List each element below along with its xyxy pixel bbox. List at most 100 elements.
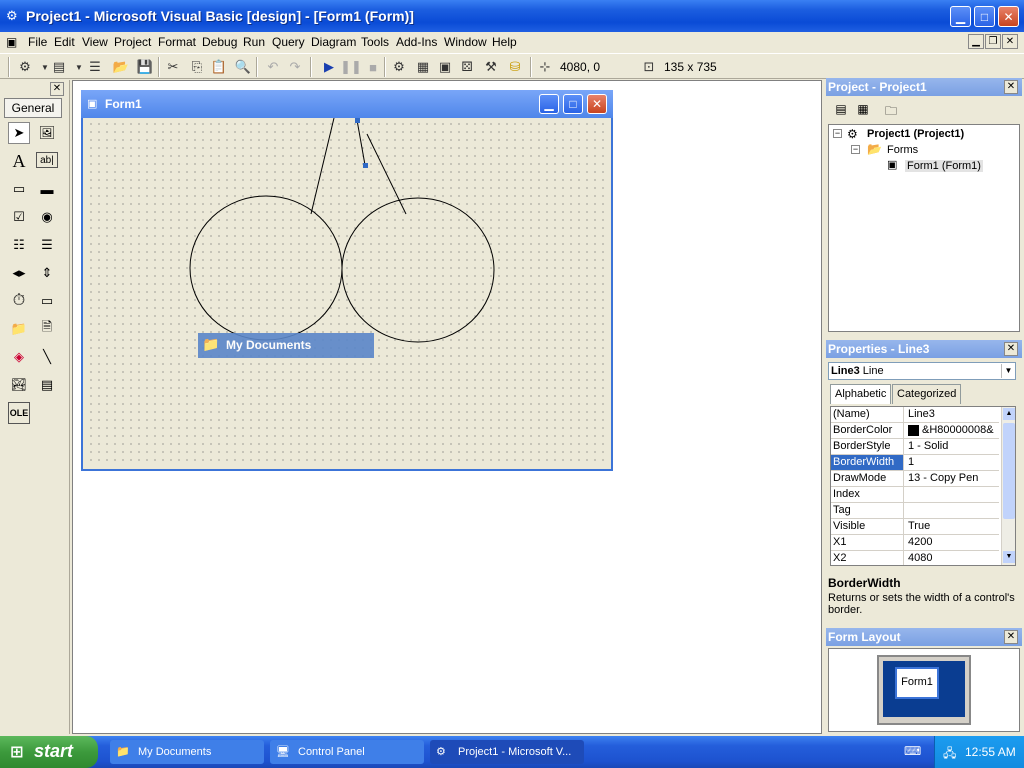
redo-icon[interactable]: ↷ xyxy=(286,58,304,76)
label-icon[interactable]: A xyxy=(8,150,30,172)
shape-icon[interactable]: ◈ xyxy=(8,346,30,368)
mdi-restore-icon[interactable]: ❐ xyxy=(985,34,1001,49)
property-row[interactable]: Index xyxy=(831,487,999,503)
toolbar-grip[interactable] xyxy=(8,57,10,77)
timer-icon[interactable]: ⏱ xyxy=(8,290,30,312)
form-maximize-icon[interactable]: □ xyxy=(563,94,583,114)
tab-alphabetic[interactable]: Alphabetic xyxy=(830,384,892,404)
property-value[interactable]: True xyxy=(906,519,999,534)
form-layout-close-icon[interactable]: ✕ xyxy=(1004,630,1018,644)
menu-run[interactable]: Run xyxy=(243,35,265,49)
property-value[interactable]: 13 - Copy Pen xyxy=(906,471,999,486)
property-row[interactable]: Visible True xyxy=(831,519,999,535)
minimize-icon[interactable]: ▁ xyxy=(950,6,971,27)
form-layout-thumbnail[interactable]: Form1 xyxy=(895,667,939,699)
property-value-input[interactable]: 1 xyxy=(906,455,999,470)
mdi-minimize-icon[interactable]: ▁ xyxy=(968,34,984,49)
toggle-folders-icon[interactable]: 🗀 xyxy=(882,102,900,120)
circle-shape-1[interactable] xyxy=(189,195,343,341)
filelistbox-icon[interactable]: 🗎 xyxy=(36,318,58,340)
line-icon[interactable]: ╲ xyxy=(36,346,58,368)
save-project-icon[interactable]: 💾 xyxy=(136,58,154,76)
menu-project[interactable]: Project xyxy=(114,35,151,49)
menu-editor-icon[interactable]: ☰ xyxy=(86,58,104,76)
menu-query[interactable]: Query xyxy=(272,35,305,49)
view-object-icon[interactable]: ▦ xyxy=(854,102,872,120)
form-shapes[interactable] xyxy=(85,118,609,467)
image-icon[interactable]: 🏞 xyxy=(8,374,30,396)
dirlistbox-icon[interactable]: 📁 xyxy=(8,318,30,340)
property-row[interactable]: Tag xyxy=(831,503,999,519)
maximize-icon[interactable]: □ xyxy=(974,6,995,27)
optionbutton-icon[interactable]: ◉ xyxy=(36,206,58,228)
property-value[interactable]: &H80000008& xyxy=(906,423,999,438)
scroll-thumb[interactable] xyxy=(1003,423,1015,519)
start-icon[interactable]: ▶ xyxy=(320,58,338,76)
menu-file[interactable]: File xyxy=(28,35,47,49)
property-row[interactable]: (Name) Line3 xyxy=(831,407,999,423)
add-form-icon[interactable]: ▤ xyxy=(50,58,68,76)
menu-help[interactable]: Help xyxy=(492,35,517,49)
property-row[interactable]: BorderColor &H80000008& xyxy=(831,423,999,439)
combobox-icon[interactable]: ☷ xyxy=(8,234,30,256)
line-shape-2[interactable] xyxy=(366,133,407,215)
textbox-icon[interactable]: ab| xyxy=(36,152,58,168)
tree-collapse-project-icon[interactable]: − xyxy=(833,129,842,138)
data-icon[interactable]: ▤ xyxy=(36,374,58,396)
end-icon[interactable]: ■ xyxy=(364,58,382,76)
menu-tools[interactable]: Tools xyxy=(361,35,389,49)
break-icon[interactable]: ❚❚ xyxy=(340,58,362,76)
form-title-bar[interactable]: ▣ Form1 ▁ □ ✕ xyxy=(81,90,613,118)
menu-format[interactable]: Format xyxy=(158,35,196,49)
toolbox-icon[interactable]: ⚒ xyxy=(482,58,500,76)
tree-node-forms[interactable]: Forms xyxy=(887,144,918,156)
property-scrollbar[interactable]: ▲ ▼ xyxy=(1001,407,1015,565)
commandbutton-icon[interactable]: ▬ xyxy=(36,178,58,200)
tree-node-form1[interactable]: Form1 (Form1) xyxy=(905,160,983,172)
hscrollbar-icon[interactable]: ◂▸ xyxy=(8,262,30,284)
form-minimize-icon[interactable]: ▁ xyxy=(539,94,559,114)
scroll-up-icon[interactable]: ▲ xyxy=(1003,408,1015,420)
copy-icon[interactable]: ⎘ xyxy=(188,58,206,76)
close-icon[interactable]: ✕ xyxy=(998,6,1019,27)
form-designer-window[interactable]: ▣ Form1 ▁ □ ✕ 📁 My Documents xyxy=(81,90,613,471)
vb-app-icon[interactable]: ⚙ xyxy=(6,8,18,24)
property-row[interactable]: DrawMode 13 - Copy Pen xyxy=(831,471,999,487)
scroll-down-icon[interactable]: ▼ xyxy=(1003,551,1015,563)
drivelistbox-icon[interactable]: ▭ xyxy=(36,290,58,312)
property-row[interactable]: X2 4080 xyxy=(831,551,999,565)
property-value[interactable] xyxy=(906,487,999,502)
frame-icon[interactable]: ▭ xyxy=(8,178,30,200)
cut-icon[interactable]: ✂ xyxy=(164,58,182,76)
property-row[interactable]: X1 4200 xyxy=(831,535,999,551)
form-menu-icon[interactable]: ▣ xyxy=(6,35,17,49)
properties-window-icon[interactable]: ▦ xyxy=(414,58,432,76)
clock[interactable]: 12:55 AM xyxy=(965,745,1016,759)
paste-icon[interactable]: 📋 xyxy=(210,58,228,76)
selection-handle-top[interactable] xyxy=(355,118,360,123)
project-explorer-close-icon[interactable]: ✕ xyxy=(1004,80,1018,94)
my-documents-item[interactable]: 📁 My Documents xyxy=(198,333,374,358)
line-shape-1[interactable] xyxy=(310,118,335,215)
mdi-close-icon[interactable]: ✕ xyxy=(1002,34,1018,49)
picturebox-icon[interactable]: 🖼 xyxy=(36,122,58,144)
tree-collapse-forms-icon[interactable]: − xyxy=(851,145,860,154)
toolbox-close-icon[interactable]: ✕ xyxy=(50,82,64,96)
start-button[interactable]: ⊞ start xyxy=(0,736,98,768)
property-value[interactable]: 1 - Solid xyxy=(906,439,999,454)
menu-add-ins[interactable]: Add-Ins xyxy=(396,35,437,49)
object-selector[interactable]: Line3 Line ▼ xyxy=(828,362,1016,380)
task-visual-basic[interactable]: ⚙ Project1 - Microsoft V... xyxy=(430,740,584,764)
property-value[interactable]: 4080 xyxy=(906,551,999,565)
task-control-panel[interactable]: 🖥 Control Panel xyxy=(270,740,424,764)
vscrollbar-icon[interactable]: ⇕ xyxy=(36,262,58,284)
form-canvas[interactable]: 📁 My Documents xyxy=(85,118,609,467)
checkbox-icon[interactable]: ☑ xyxy=(8,206,30,228)
properties-close-icon[interactable]: ✕ xyxy=(1004,342,1018,356)
form-close-icon[interactable]: ✕ xyxy=(587,94,607,114)
menu-edit[interactable]: Edit xyxy=(54,35,75,49)
property-value[interactable] xyxy=(906,503,999,518)
toolbox-tab-general[interactable]: General xyxy=(4,98,62,118)
property-row-selected[interactable]: BorderWidth 1 xyxy=(831,455,999,471)
menu-diagram[interactable]: Diagram xyxy=(311,35,356,49)
